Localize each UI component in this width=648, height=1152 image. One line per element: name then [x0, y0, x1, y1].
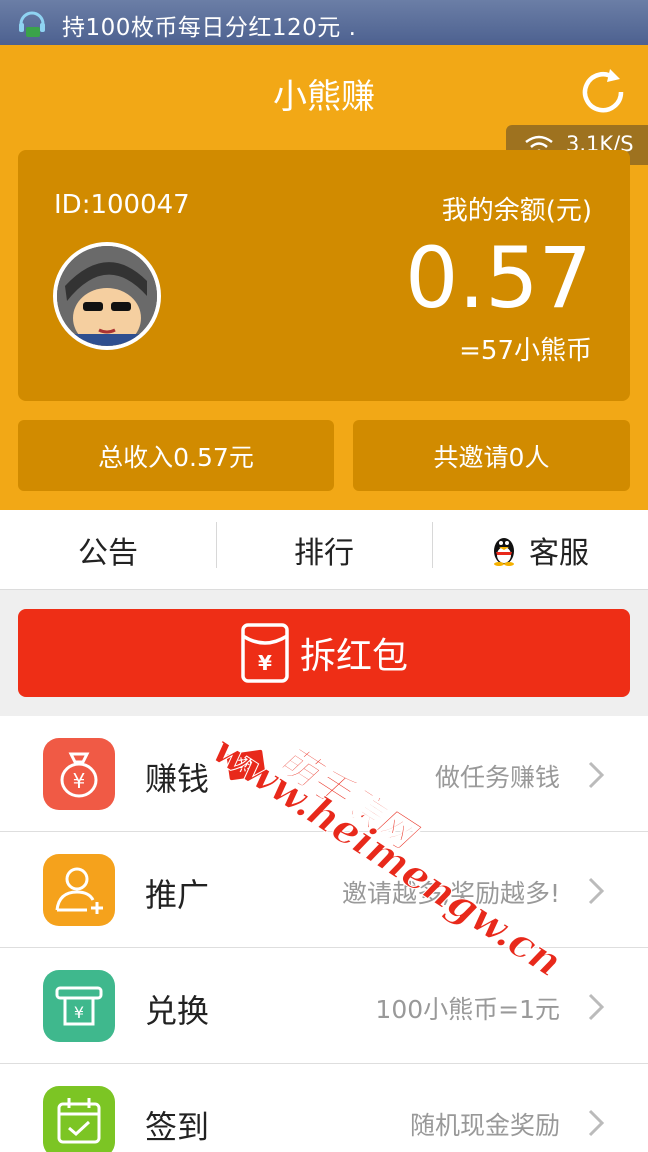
- atm-cash-icon: ¥: [43, 970, 115, 1042]
- qq-penguin-icon: [494, 537, 514, 566]
- chevron-right-icon: [588, 993, 605, 1021]
- balance-amount: 0.57: [404, 229, 592, 327]
- item-description: 随机现金奖励: [409, 1111, 560, 1140]
- avatar[interactable]: [53, 242, 161, 350]
- add-user-icon: [43, 854, 115, 926]
- item-description: 100小熊币=1元: [375, 995, 560, 1024]
- item-label: 赚钱: [145, 760, 210, 798]
- coin-balance: =57小熊币: [459, 336, 592, 366]
- notification-ticker: 持100枚币每日分红120元 .: [62, 15, 357, 41]
- item-label: 签到: [145, 1108, 210, 1146]
- tab-announcements[interactable]: 公告: [0, 510, 216, 589]
- headset-notification-icon: [19, 11, 45, 37]
- status-bar: 持100枚币每日分红120元 .: [0, 0, 648, 45]
- list-item-promote[interactable]: 推广 邀请越多,奖励越多!: [0, 832, 648, 948]
- avatar-image: [57, 246, 157, 346]
- header: 小熊赚 3.1K/S ID:100047 我的余额(元) 0.57 =57小熊币…: [0, 45, 648, 510]
- hot-badge: 热: [226, 749, 266, 781]
- item-description: 邀请越多,奖励越多!: [342, 879, 560, 908]
- nav-tabs: 公告 排行 客服: [0, 510, 648, 590]
- open-red-packet-button[interactable]: ¥ 拆红包: [18, 609, 630, 697]
- list-item-checkin[interactable]: 签到 随机现金奖励: [0, 1064, 648, 1152]
- app-title: 小熊赚: [273, 77, 375, 117]
- tab-customer-service[interactable]: 客服: [432, 510, 648, 589]
- list-item-exchange[interactable]: ¥ 兑换 100小熊币=1元: [0, 948, 648, 1064]
- item-label: 兑换: [145, 992, 210, 1030]
- tab-label: 公告: [78, 535, 138, 571]
- user-id: ID:100047: [54, 190, 190, 220]
- balance-label: 我的余额(元): [441, 196, 592, 226]
- tab-label: 客服: [529, 535, 589, 571]
- tab-label: 排行: [294, 535, 354, 571]
- calendar-check-icon: [43, 1086, 115, 1152]
- item-description: 做任务赚钱: [434, 763, 560, 792]
- refresh-icon[interactable]: [574, 63, 632, 121]
- tab-ranking[interactable]: 排行: [216, 510, 432, 589]
- chevron-right-icon: [588, 877, 605, 905]
- invited-count-button[interactable]: 共邀请0人: [353, 420, 630, 491]
- chevron-right-icon: [588, 1109, 605, 1137]
- total-income-button[interactable]: 总收入0.57元: [18, 420, 334, 491]
- menu-list: ¥ 赚钱 热 做任务赚钱 推广 邀请越多,奖励越多! ¥ 兑换 100小熊币=1…: [0, 716, 648, 1152]
- money-bag-icon: ¥: [43, 738, 115, 810]
- red-packet-label: 拆红包: [299, 636, 408, 677]
- item-label: 推广: [145, 876, 210, 914]
- chevron-right-icon: [588, 761, 605, 789]
- svg-text:¥: ¥: [258, 651, 272, 675]
- svg-text:¥: ¥: [74, 1003, 84, 1022]
- balance-card: ID:100047 我的余额(元) 0.57 =57小熊币: [18, 150, 630, 401]
- red-envelope-icon: ¥: [241, 623, 289, 683]
- list-item-earn[interactable]: ¥ 赚钱 热 做任务赚钱: [0, 716, 648, 832]
- svg-text:¥: ¥: [73, 769, 86, 793]
